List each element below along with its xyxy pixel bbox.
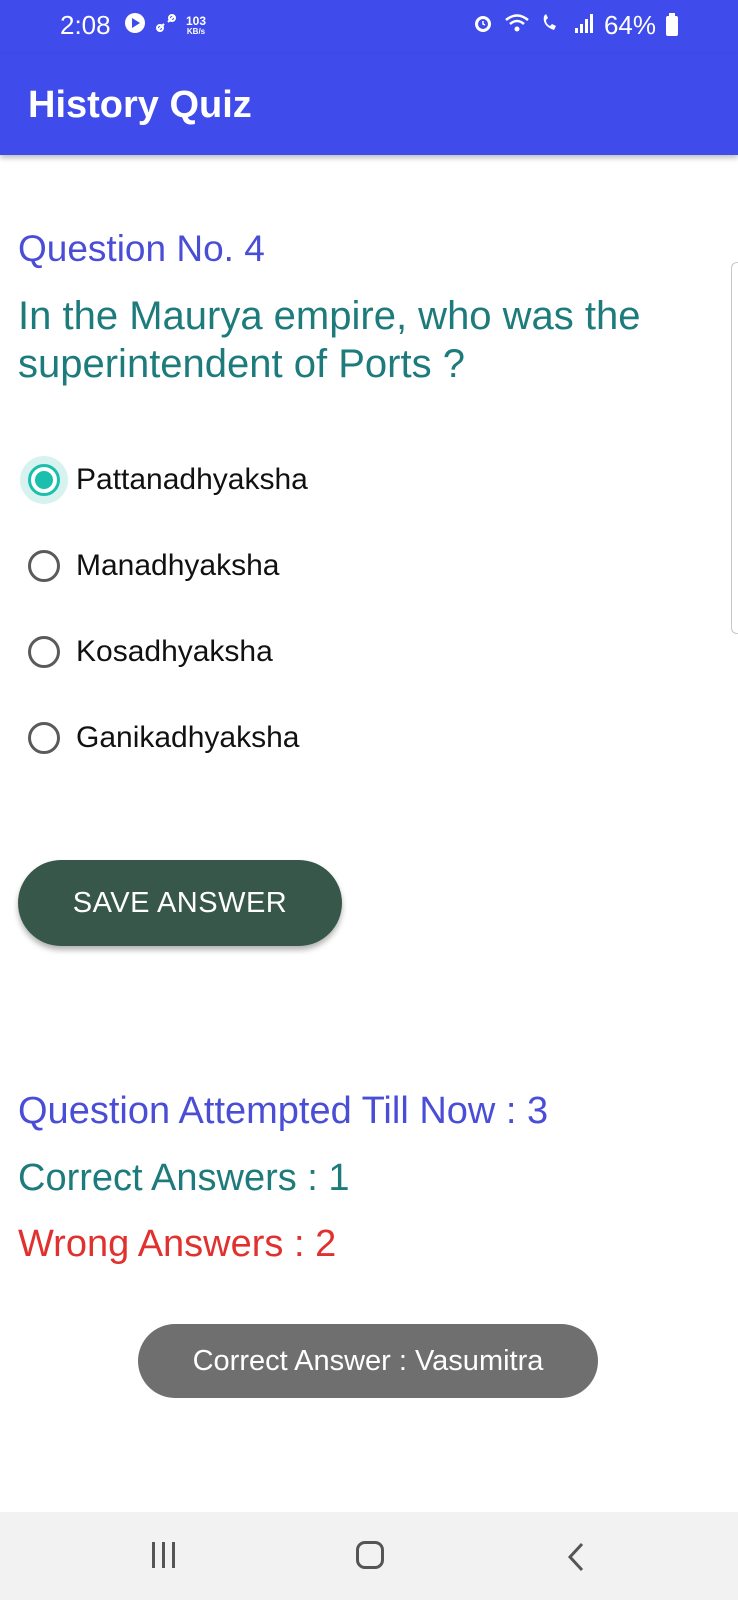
recent-apps-icon[interactable] [152,1542,175,1568]
wrong-count: Wrong Answers : 2 [18,1223,337,1265]
radio-button[interactable] [28,722,60,754]
status-bar: 2:08 103 KB/s 64% [0,0,738,54]
attempted-count: Question Attempted Till Now : 3 [18,1090,549,1132]
correct-answer-toast: Correct Answer : Vasumitra [138,1324,598,1398]
toast-text: Correct Answer : Vasumitra [192,1344,544,1377]
option-manadhyaksha[interactable]: Manadhyaksha [28,544,279,588]
option-label: Kosadhyaksha [76,635,273,668]
battery-percent: 64% [603,10,656,40]
question-text: In the Maurya empire, who was the superi… [18,294,641,386]
option-label: Ganikadhyaksha [76,721,300,754]
status-time: 2:08 [60,10,111,40]
radio-button[interactable] [28,636,60,668]
alarm-icon [472,10,494,41]
home-icon[interactable] [356,1541,384,1569]
network-speed: 103 KB/s [186,15,206,36]
status-right-icons: 64% [472,10,678,41]
option-kosadhyaksha[interactable]: Kosadhyaksha [28,630,273,674]
link-icon [154,12,178,39]
wifi-icon [504,10,530,41]
scrollbar[interactable] [731,262,738,634]
option-ganikadhyaksha[interactable]: Ganikadhyaksha [28,716,299,760]
navigation-bar [0,1512,738,1600]
option-label: Manadhyaksha [76,549,280,582]
save-answer-button[interactable]: SAVE ANSWER [18,860,342,946]
correct-count: Correct Answers : 1 [18,1157,350,1199]
back-icon[interactable] [566,1542,586,1577]
option-label: Pattanadhyaksha [76,463,308,496]
signal-icon [574,10,594,41]
speed-unit: KB/s [186,27,206,36]
radio-button[interactable] [28,550,60,582]
wifi-call-icon [540,10,564,41]
option-pattanadhyaksha[interactable]: Pattanadhyaksha [20,456,308,504]
app-bar: History Quiz [0,54,738,155]
speed-value: 103 [186,14,207,28]
status-left-icons: 103 KB/s [124,12,206,39]
app-title: History Quiz [28,84,252,126]
youtube-music-icon [124,12,146,39]
battery-icon [666,12,678,36]
radio-button-checked[interactable] [28,464,60,496]
question-number: Question No. 4 [18,228,265,269]
